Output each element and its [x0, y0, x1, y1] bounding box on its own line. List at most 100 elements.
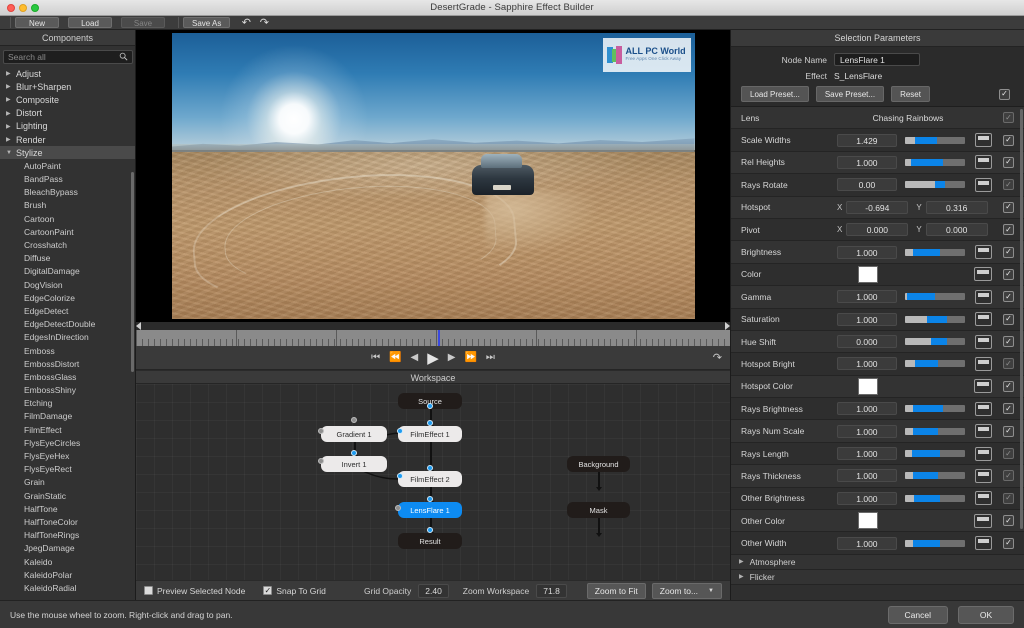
param-enable-checkbox[interactable]: ✓ [1003, 448, 1014, 460]
save-as-button[interactable]: Save As [183, 17, 231, 28]
param-value[interactable]: 1.000 [837, 290, 897, 304]
graph-node-background[interactable]: Background [567, 456, 630, 472]
param-row[interactable]: Hotspot X -0.694 Y 0.316 ✓ [731, 196, 1024, 219]
node-port[interactable] [427, 420, 433, 426]
param-enable-checkbox[interactable]: ✓ [1003, 201, 1014, 213]
keyframe-button[interactable] [974, 312, 992, 327]
param-row[interactable]: Pivot X 0.000 Y 0.000 ✓ [731, 218, 1024, 242]
component-item[interactable]: Etching [0, 397, 135, 410]
param-row[interactable]: Hotspot Color ✓ [731, 375, 1024, 399]
param-value[interactable]: 0.00 [837, 178, 897, 192]
component-item[interactable]: Emboss [0, 344, 135, 357]
save-button[interactable]: Save [121, 17, 165, 28]
keyframe-button[interactable] [974, 424, 992, 439]
keyframe-button[interactable] [974, 513, 992, 528]
param-value[interactable]: 1.000 [837, 402, 897, 416]
component-item[interactable]: HalfToneColor [0, 515, 135, 528]
param-enable-checkbox[interactable]: ✓ [1003, 313, 1014, 325]
param-value[interactable]: 1.000 [837, 357, 897, 371]
param-group-atmosphere[interactable]: ▶ Atmosphere [731, 554, 1024, 570]
param-row[interactable]: Rays Length 1.000 ✓ [731, 442, 1024, 466]
undo-icon[interactable]: ↶ [239, 17, 253, 29]
param-choice-value[interactable]: Chasing Rainbows [837, 113, 979, 123]
param-value[interactable]: 1.000 [837, 447, 897, 461]
keyframe-button[interactable] [974, 379, 992, 394]
component-item[interactable]: EmbossShiny [0, 384, 135, 397]
param-row[interactable]: Other Color ✓ [731, 510, 1024, 533]
param-y-value[interactable]: 0.316 [925, 200, 988, 214]
component-item[interactable]: KaleidoRadial [0, 581, 135, 594]
param-enable-checkbox[interactable]: ✓ [1003, 470, 1014, 482]
effect-enable-checkbox[interactable]: ✓ [999, 88, 1010, 100]
param-y-value[interactable]: 0.000 [925, 223, 988, 237]
param-enable-checkbox[interactable]: ✓ [1003, 156, 1014, 168]
param-row[interactable]: Brightness 1.000 ✓ [731, 241, 1024, 264]
keyframe-button[interactable] [974, 155, 992, 170]
node-port[interactable] [427, 465, 433, 471]
node-port[interactable] [427, 496, 433, 502]
component-item[interactable]: Crosshatch [0, 238, 135, 251]
component-item[interactable]: Diffuse [0, 252, 135, 265]
component-item[interactable]: DigitalDamage [0, 265, 135, 278]
param-value[interactable]: 1.000 [837, 491, 897, 505]
node-port[interactable] [397, 473, 403, 479]
param-enable-checkbox[interactable]: ✓ [1003, 336, 1014, 348]
param-slider[interactable] [904, 338, 965, 346]
param-row[interactable]: Gamma 1.000 ✓ [731, 286, 1024, 309]
param-enable-checkbox[interactable]: ✓ [1003, 380, 1014, 392]
load-preset-button[interactable]: Load Preset... [741, 86, 809, 102]
component-item[interactable]: FlysEyeHex [0, 449, 135, 462]
param-row[interactable]: Color ✓ [731, 263, 1024, 287]
timeline-ruler[interactable] [136, 330, 730, 346]
component-item[interactable]: Grain [0, 476, 135, 489]
param-value[interactable]: 1.000 [837, 536, 897, 550]
component-item[interactable]: GrainStatic [0, 489, 135, 502]
param-slider[interactable] [904, 450, 965, 458]
param-value[interactable]: 1.000 [837, 469, 897, 483]
component-item[interactable]: BleachBypass [0, 186, 135, 199]
param-slider[interactable] [904, 248, 965, 256]
keyframe-button[interactable] [974, 245, 992, 260]
step-back-icon[interactable]: ◀ [411, 352, 419, 363]
keyframe-button[interactable] [974, 177, 992, 192]
redo-icon[interactable]: ↷ [257, 17, 271, 29]
param-value[interactable]: 1.000 [837, 245, 897, 259]
components-category-distort[interactable]: ▶ Distort [0, 107, 135, 120]
node-port[interactable] [395, 505, 401, 511]
reset-button[interactable]: Reset [891, 86, 930, 102]
graph-node-filmeffect2[interactable]: FilmEffect 2 [398, 471, 462, 487]
components-tree[interactable]: ▶ Adjust ▶ Blur+Sharpen ▶ Composite ▶ Distort ▶ L… [0, 67, 135, 600]
component-item[interactable]: AutoPaint [0, 159, 135, 172]
node-port[interactable] [318, 428, 324, 434]
keyframe-button[interactable] [974, 401, 992, 416]
parameter-list[interactable]: Lens Chasing Rainbows ✓ Scale Widths 1.429 ✓ R… [731, 107, 1024, 600]
param-value[interactable]: 1.000 [837, 312, 897, 326]
checkbox-icon[interactable]: ✓ [144, 586, 153, 595]
snap-to-grid-toggle[interactable]: ✓ Snap To Grid [263, 586, 326, 596]
graph-node-lensflare1[interactable]: LensFlare 1 [398, 502, 462, 518]
component-item[interactable]: EdgeDetect [0, 304, 135, 317]
ok-button[interactable]: OK [958, 605, 1014, 624]
param-slider[interactable] [904, 181, 965, 189]
param-row[interactable]: Other Brightness 1.000 ✓ [731, 487, 1024, 511]
param-row[interactable]: Rays Brightness 1.000 ✓ [731, 398, 1024, 421]
node-graph-canvas[interactable]: Source Gradient 1 FilmEffect 1 Invert 1 Film… [136, 384, 730, 580]
component-item[interactable]: DogVision [0, 278, 135, 291]
param-color-swatch[interactable] [858, 265, 878, 283]
component-item[interactable]: BandPass [0, 173, 135, 186]
param-slider[interactable] [904, 293, 965, 301]
param-slider[interactable] [904, 315, 965, 323]
component-item[interactable]: KaleidoPolar [0, 568, 135, 581]
component-item[interactable]: JpegDamage [0, 542, 135, 555]
param-x-value[interactable]: 0.000 [846, 223, 909, 237]
zoom-to-dropdown[interactable]: Zoom to... ▼ [651, 582, 722, 599]
param-slider[interactable] [904, 494, 965, 502]
node-port[interactable] [427, 527, 433, 533]
param-enable-checkbox[interactable]: ✓ [1003, 112, 1014, 124]
param-row[interactable]: Rays Num Scale 1.000 ✓ [731, 420, 1024, 443]
param-value[interactable]: 1.000 [837, 155, 897, 169]
param-enable-checkbox[interactable]: ✓ [1003, 246, 1014, 258]
components-category-stylize[interactable]: ▼ Stylize [0, 146, 135, 160]
param-row[interactable]: Hotspot Bright 1.000 ✓ [731, 353, 1024, 376]
save-preset-button[interactable]: Save Preset... [815, 86, 885, 102]
